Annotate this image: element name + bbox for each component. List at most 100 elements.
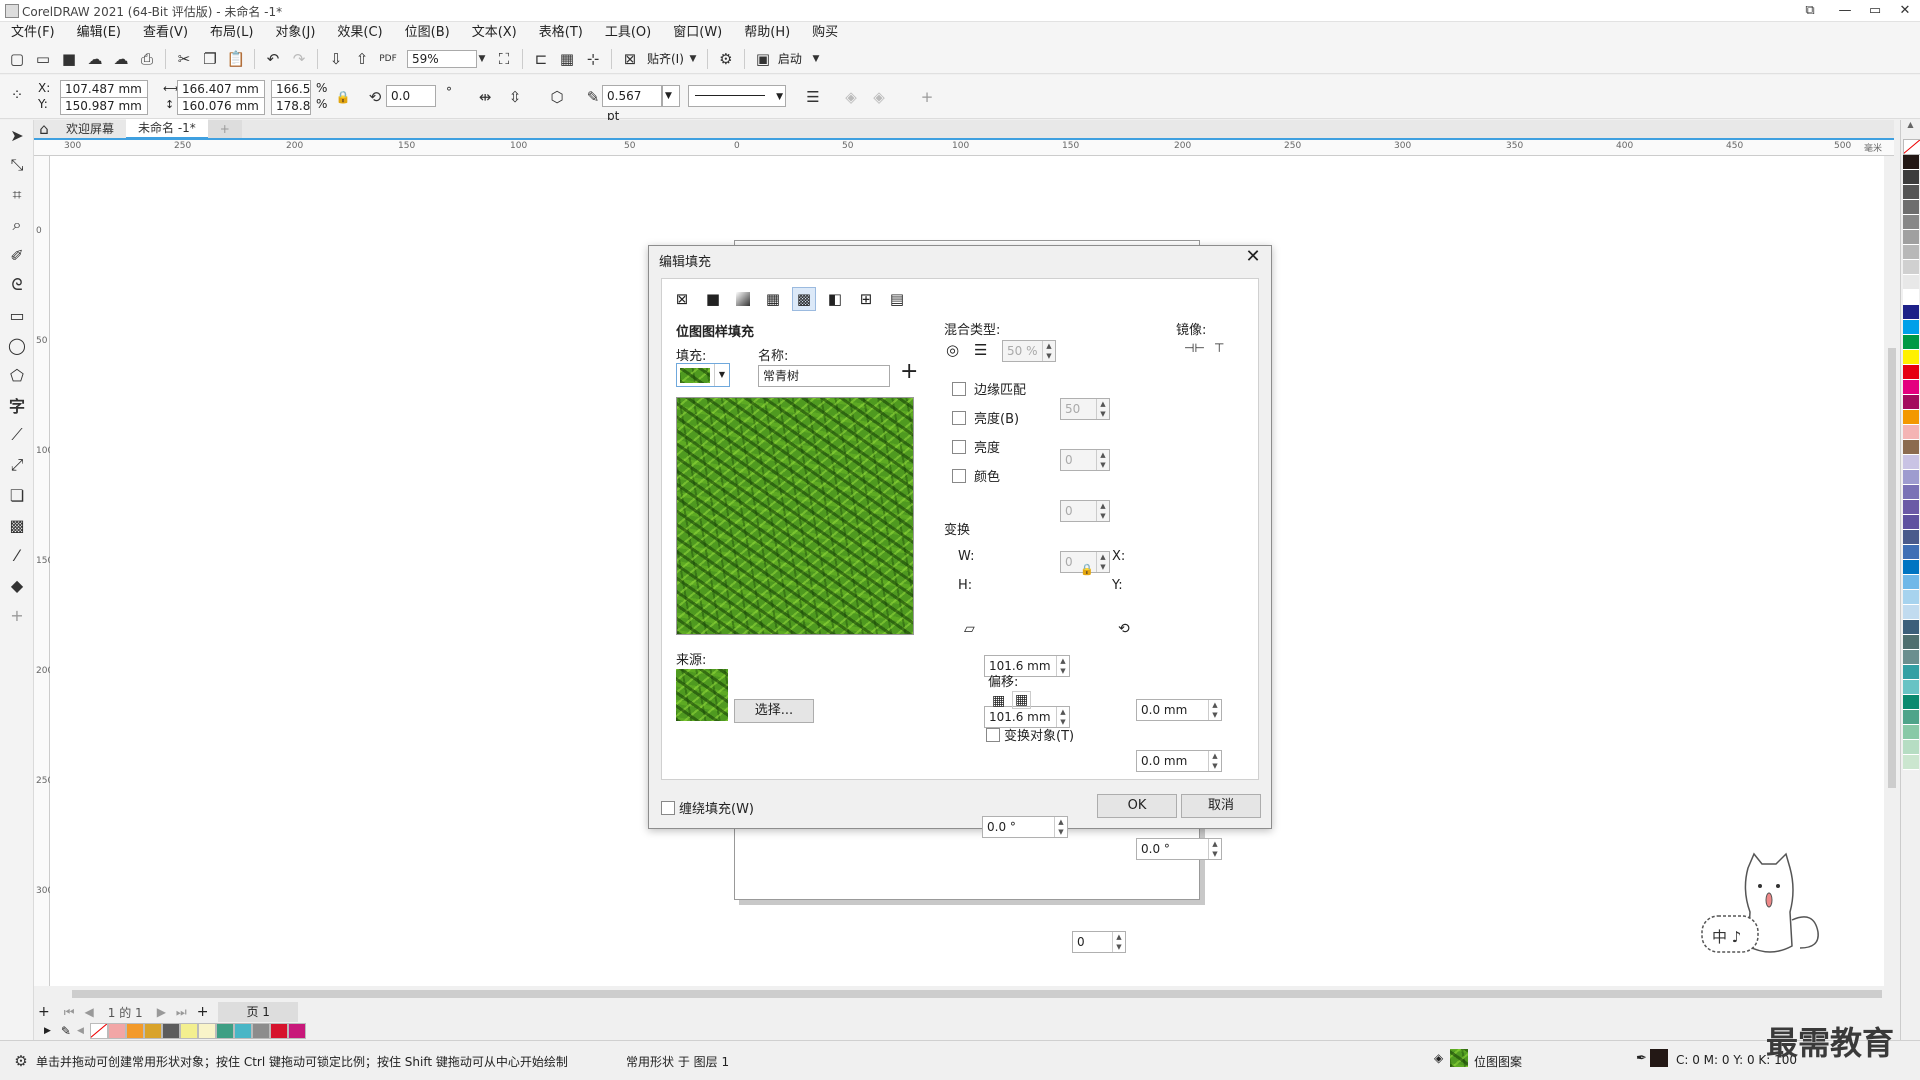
scale-height-field[interactable]: 178.8 — [271, 97, 311, 115]
drop-shadow-tool-icon[interactable]: ❏ — [0, 480, 34, 510]
texture-fill-icon[interactable]: ⊞ — [854, 287, 878, 311]
cut-icon[interactable]: ✂ — [174, 49, 194, 69]
tab-welcome-screen[interactable]: 欢迎屏幕 — [54, 120, 127, 138]
last-page-icon[interactable]: ⏭ — [176, 1005, 187, 1020]
lock-aspect-icon[interactable]: 🔒 — [1080, 563, 1094, 576]
mirror-vertical-tile-icon[interactable]: ⊤ — [1214, 341, 1224, 355]
color-swatch[interactable] — [1903, 335, 1919, 350]
import-icon[interactable]: ⇩ — [326, 49, 346, 69]
spin-arrow-icon[interactable]: ▲ ▼ — [1054, 817, 1067, 837]
export-icon[interactable]: ⇧ — [352, 49, 372, 69]
spin-arrow-icon[interactable]: ▲ ▼ — [1208, 700, 1221, 720]
pattern-x-field[interactable]: 0.0 mm ▲ ▼ — [1136, 699, 1222, 721]
color-swatch[interactable] — [1903, 305, 1919, 320]
dialog-close-icon[interactable]: ✕ — [1241, 246, 1265, 267]
color-swatch[interactable] — [1903, 290, 1919, 305]
parallel-dimension-tool-icon[interactable]: ⟋ — [0, 420, 34, 450]
wrap-fill-option[interactable]: 缠绕填充(W) — [661, 798, 754, 817]
spin-arrow-icon[interactable]: ▲ ▼ — [1096, 501, 1109, 521]
fill-pattern-dropdown-icon[interactable]: ▼ — [714, 364, 729, 386]
color-swatch[interactable] — [1903, 485, 1919, 500]
choose-source-button[interactable]: 选择... — [734, 699, 814, 723]
to-back-icon[interactable]: ◈ — [869, 87, 889, 107]
menu-window[interactable]: 窗口(W) — [662, 22, 733, 44]
color-swatch[interactable] — [287, 1023, 306, 1039]
color-swatch[interactable] — [1903, 455, 1919, 470]
mirror-horizontal-tile-icon[interactable]: ⊣⊢ — [1184, 341, 1205, 355]
wrap-fill-checkbox[interactable] — [661, 800, 675, 815]
vertical-scroll-thumb[interactable] — [1888, 348, 1896, 788]
redo-icon[interactable]: ↷ — [289, 49, 309, 69]
color-swatch[interactable] — [1903, 215, 1919, 230]
fill-swatch[interactable] — [1450, 1049, 1468, 1067]
brightness-b-checkbox[interactable] — [952, 410, 966, 425]
color-swatch[interactable] — [1903, 710, 1919, 725]
color-swatch[interactable] — [1903, 470, 1919, 485]
launch-icon[interactable]: ▣ — [753, 49, 773, 69]
object-width-field[interactable]: 166.407 mm — [177, 80, 265, 98]
options-gear-icon[interactable]: ⚙ — [716, 49, 736, 69]
fountain-fill-icon[interactable] — [736, 292, 750, 306]
restore-mini-icon[interactable]: ⧉ — [1795, 0, 1825, 22]
color-swatch[interactable] — [179, 1023, 198, 1039]
outline-width-dropdown-icon[interactable]: ▼ — [662, 85, 680, 107]
zoom-dropdown-icon[interactable]: ▼ — [476, 49, 488, 69]
outline-width-field[interactable]: 0.567 pt — [602, 85, 662, 123]
home-icon[interactable]: ⌂ — [36, 120, 52, 138]
color-swatch[interactable] — [1903, 440, 1919, 455]
linear-blend-icon[interactable]: ☰ — [974, 341, 987, 359]
snap-icon[interactable]: ⊠ — [620, 49, 640, 69]
zoom-tool-icon[interactable]: ⌕ — [0, 210, 34, 240]
undo-icon[interactable]: ↶ — [263, 49, 283, 69]
palette-eyedropper-icon[interactable]: ✎ — [61, 1024, 71, 1038]
menu-table[interactable]: 表格(T) — [528, 22, 594, 44]
color-swatch[interactable] — [1903, 380, 1919, 395]
uniform-fill-icon[interactable]: ■ — [701, 287, 725, 311]
spin-arrow-icon[interactable]: ▲ ▼ — [1056, 656, 1069, 676]
vertical-scrollbar[interactable] — [1884, 156, 1900, 986]
full-screen-icon[interactable]: ⛶ — [494, 49, 514, 69]
color-swatch[interactable] — [1903, 530, 1919, 545]
prev-page-icon[interactable]: ◀ — [85, 1005, 94, 1019]
scale-width-field[interactable]: 166.5 — [271, 80, 311, 98]
menu-object[interactable]: 对象(J) — [264, 22, 326, 44]
show-guidelines-icon[interactable]: ⊹ — [583, 49, 603, 69]
radial-blend-icon[interactable]: ◎ — [946, 341, 959, 359]
color-swatch[interactable] — [1903, 500, 1919, 515]
rotate-angle-field[interactable]: 0.0 ° ▲ ▼ — [1136, 838, 1222, 860]
text-tool-icon[interactable]: 字 — [0, 390, 34, 420]
spin-arrow-icon[interactable]: ▲ ▼ — [1208, 839, 1221, 859]
color-swatch[interactable] — [1903, 350, 1919, 365]
color-swatch[interactable] — [1903, 740, 1919, 755]
color-swatch[interactable] — [1903, 230, 1919, 245]
color-swatch[interactable] — [233, 1023, 252, 1039]
cloud-upload-icon[interactable]: ☁ — [111, 49, 131, 69]
two-color-pattern-fill-icon[interactable]: ◧ — [823, 287, 847, 311]
horizontal-scroll-thumb[interactable] — [72, 990, 1882, 998]
ok-button[interactable]: OK — [1097, 794, 1177, 818]
snap-dropdown-icon[interactable]: ▼ — [687, 49, 699, 69]
menu-edit[interactable]: 编辑(E) — [66, 22, 132, 44]
new-tab-button[interactable]: + — [207, 120, 242, 138]
copy-icon[interactable]: ❐ — [200, 49, 220, 69]
add-tool-icon[interactable]: + — [0, 600, 34, 630]
artistic-media-tool-icon[interactable]: ᘓ — [0, 270, 34, 300]
wrap-text-icon[interactable]: ☰ — [803, 87, 823, 107]
eyedropper-tool-icon[interactable]: ⁄ — [0, 540, 34, 570]
offset-value-field[interactable]: 0 ▲ ▼ — [1072, 931, 1126, 953]
to-front-icon[interactable]: ◈ — [841, 87, 861, 107]
pick-tool-icon[interactable]: ➤ — [0, 120, 34, 150]
shape-tool-icon[interactable]: ⤡ — [0, 150, 34, 180]
color-swatch[interactable] — [1903, 620, 1919, 635]
color-swatch[interactable] — [1903, 395, 1919, 410]
show-rulers-icon[interactable]: ⊏ — [531, 49, 551, 69]
color-swatch[interactable] — [1903, 245, 1919, 260]
maximize-button[interactable]: ▭ — [1860, 0, 1890, 22]
color-swatch[interactable] — [215, 1023, 234, 1039]
horizontal-scrollbar[interactable] — [50, 986, 1894, 1002]
cloud-download-icon[interactable]: ☁ — [85, 49, 105, 69]
menu-view[interactable]: 查看(V) — [132, 22, 199, 44]
edge-match-field[interactable]: 50 ▲ ▼ — [1060, 398, 1110, 420]
polygon-shape-icon[interactable]: ⬡ — [547, 87, 567, 107]
color-swatch[interactable] — [1903, 170, 1919, 185]
